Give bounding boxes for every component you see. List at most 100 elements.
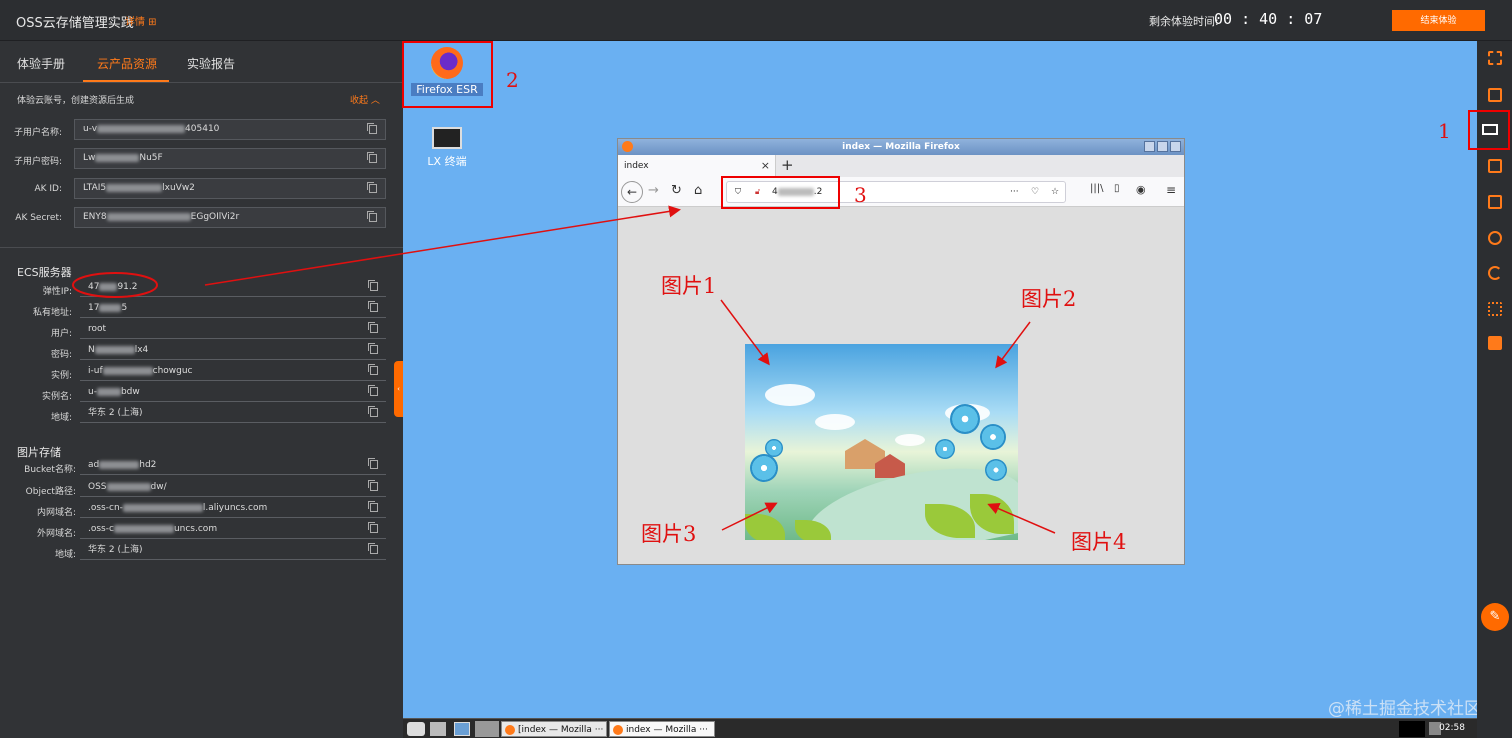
- instance-name-field[interactable]: u-bdw: [80, 384, 386, 402]
- close-window-button[interactable]: [1170, 141, 1181, 152]
- field-label: 弹性IP:: [42, 287, 72, 297]
- section-divider: [0, 247, 403, 248]
- screen: OSS云存储管理实践 详情 ⊞ 剩余体验时间: 00 : 40 : 07 结束体…: [0, 0, 1512, 738]
- browser-nav-bar: ← → ↻ ⌂ ⛉ 🔓︎ 4.2 ··· ♡ ☆ |||\ ▯ ◉ ≡: [618, 177, 1184, 207]
- region-field[interactable]: 华东 2 (上海): [80, 405, 386, 423]
- sidebar-icon[interactable]: ▯: [1114, 183, 1120, 194]
- copy-icon[interactable]: [368, 385, 378, 396]
- copy-icon[interactable]: [368, 522, 378, 533]
- new-tab-button[interactable]: +: [781, 156, 794, 174]
- end-experience-button[interactable]: 结束体验: [1392, 10, 1485, 31]
- workspace-switcher[interactable]: [475, 721, 499, 737]
- password-field[interactable]: Nlx4: [80, 342, 386, 360]
- remote-desktop-active-button[interactable]: [1468, 110, 1510, 150]
- copy-icon[interactable]: [368, 364, 378, 375]
- edit-note-button[interactable]: ✎: [1481, 603, 1509, 631]
- private-ip-field[interactable]: 17 5: [80, 300, 386, 318]
- window-titlebar[interactable]: index — Mozilla Firefox: [618, 139, 1184, 155]
- resource-panel: 体验手册 云产品资源 实验报告 体验云账号，创建资源后生成 收起 ︿ 子用户名称…: [0, 41, 403, 738]
- copy-icon[interactable]: [368, 406, 378, 417]
- chevron-left-icon: ‹: [397, 385, 400, 393]
- tray-area: [1399, 721, 1425, 737]
- bucket-name-field[interactable]: ad hd2: [80, 457, 386, 475]
- bookmark-star-icon[interactable]: ☆: [1051, 182, 1059, 202]
- terminal-icon[interactable]: [1488, 88, 1502, 102]
- firefox-icon: [613, 725, 623, 735]
- remote-desktop-icon[interactable]: [1488, 159, 1502, 173]
- file-manager-icon[interactable]: [430, 722, 446, 736]
- panel-collapse-handle[interactable]: ‹: [394, 361, 403, 417]
- library-icon[interactable]: |||\: [1090, 183, 1103, 194]
- tab-manual[interactable]: 体验手册: [17, 55, 65, 72]
- window-title: index — Mozilla Firefox: [842, 142, 960, 152]
- object-path-field[interactable]: OSS dw/: [80, 479, 386, 497]
- collapse-button[interactable]: 收起 ︿: [350, 93, 380, 106]
- top-bar: OSS云存储管理实践 详情 ⊞ 剩余体验时间: 00 : 40 : 07 结束体…: [0, 0, 1512, 41]
- firefox-icon: [622, 141, 633, 152]
- copy-icon[interactable]: [367, 211, 377, 222]
- document-icon[interactable]: [1488, 195, 1502, 209]
- field-label: 密码:: [50, 350, 72, 360]
- field-label: Object路径:: [25, 487, 76, 497]
- copy-icon[interactable]: [368, 301, 378, 312]
- annotation-label-image3: 图片3: [641, 522, 697, 546]
- menu-icon[interactable]: ≡: [1166, 183, 1176, 197]
- copy-icon[interactable]: [367, 123, 377, 134]
- feedback-icon[interactable]: [1488, 336, 1502, 350]
- field-label: 子用户名称:: [13, 128, 62, 138]
- start-menu-icon[interactable]: [407, 722, 425, 736]
- sub-user-password-field[interactable]: Lw Nu5F: [74, 148, 386, 169]
- field-label: 外网域名:: [36, 529, 76, 539]
- show-desktop-icon[interactable]: [454, 722, 470, 736]
- user-field[interactable]: root: [80, 321, 386, 339]
- desktop-icon-label: LX 终端: [427, 155, 467, 168]
- ak-secret-field[interactable]: ENY8 EGgOIlVi2r: [74, 207, 386, 228]
- desktop-icon-terminal[interactable]: LX 终端: [415, 127, 479, 169]
- instance-field[interactable]: i-uf chowguc: [80, 363, 386, 381]
- sub-user-name-field[interactable]: u-v 405410: [74, 119, 386, 140]
- browser-tab[interactable]: index ×: [618, 155, 776, 177]
- active-tab-indicator: [83, 80, 169, 82]
- account-icon[interactable]: ◉: [1136, 183, 1146, 196]
- fullscreen-icon[interactable]: [1488, 51, 1502, 65]
- minimize-button[interactable]: [1144, 141, 1155, 152]
- more-actions-icon[interactable]: ···: [1010, 182, 1019, 202]
- external-domain-field[interactable]: .oss-c uncs.com: [80, 521, 386, 539]
- desktop-taskbar: [index — Mozilla ··· index — Mozilla ···…: [403, 718, 1477, 738]
- ak-id-field[interactable]: LTAI5 lxuVw2: [74, 178, 386, 199]
- firefox-icon: [505, 725, 515, 735]
- firefox-window[interactable]: index — Mozilla Firefox index × + ← → ↻ …: [617, 138, 1185, 565]
- qr-code-icon[interactable]: [1488, 302, 1502, 316]
- detail-link[interactable]: 详情 ⊞: [125, 13, 157, 28]
- copy-icon[interactable]: [368, 543, 378, 554]
- maximize-button[interactable]: [1157, 141, 1168, 152]
- reload-button[interactable]: ↻: [671, 183, 682, 198]
- field-label: AK Secret:: [15, 213, 62, 223]
- copy-icon[interactable]: [367, 152, 377, 163]
- help-icon[interactable]: [1488, 231, 1502, 245]
- taskbar-clock: 02:58: [1439, 723, 1465, 733]
- browser-tab-bar: index × +: [618, 155, 1184, 177]
- internal-domain-field[interactable]: .oss-cn-l.aliyuncs.com: [80, 500, 386, 518]
- tab-report[interactable]: 实验报告: [187, 55, 235, 72]
- taskbar-item-firefox-2[interactable]: index — Mozilla ···: [609, 721, 715, 737]
- copy-icon[interactable]: [368, 280, 378, 291]
- elastic-ip-field[interactable]: 47 91.2: [80, 279, 386, 297]
- close-tab-icon[interactable]: ×: [761, 155, 770, 177]
- night-mode-icon[interactable]: [1488, 266, 1502, 280]
- tab-cloud-resources[interactable]: 云产品资源: [97, 55, 157, 72]
- home-button[interactable]: ⌂: [694, 183, 702, 198]
- app-title: OSS云存储管理实践: [16, 16, 134, 31]
- copy-icon[interactable]: [368, 322, 378, 333]
- timer-value: 00 : 40 : 07: [1214, 10, 1323, 28]
- copy-icon[interactable]: [368, 480, 378, 491]
- copy-icon[interactable]: [368, 343, 378, 354]
- storage-region-field[interactable]: 华东 2 (上海): [80, 542, 386, 560]
- back-button[interactable]: ←: [621, 181, 643, 203]
- taskbar-item-firefox-1[interactable]: [index — Mozilla ···: [501, 721, 607, 737]
- forward-button[interactable]: →: [648, 183, 659, 198]
- copy-icon[interactable]: [367, 182, 377, 193]
- copy-icon[interactable]: [368, 501, 378, 512]
- pocket-icon[interactable]: ♡: [1031, 182, 1039, 202]
- copy-icon[interactable]: [368, 458, 378, 469]
